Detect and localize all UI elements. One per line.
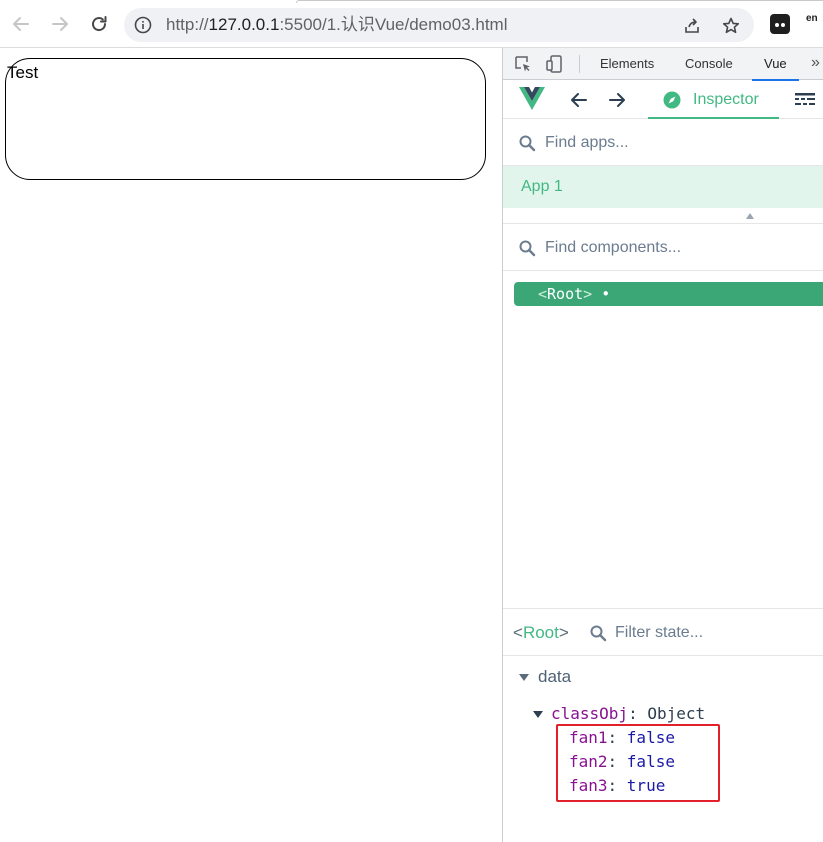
find-components-input[interactable]: Find components... [545,238,681,258]
state-object-key: classObj [551,704,629,723]
url-host: 127.0.0.1 [208,15,280,34]
arrow-right-icon [52,17,68,31]
bookmark-star-icon[interactable] [721,16,741,36]
reload-button[interactable] [85,10,113,38]
arrow-left-icon [13,17,29,31]
pane-splitter[interactable] [503,208,823,224]
tab-strip-edge [296,0,823,3]
search-icon [590,625,607,642]
selected-component-name: <Root> [513,623,569,643]
more-tabs-button[interactable]: » [811,48,820,78]
filter-state-input[interactable]: Filter state... [615,623,703,643]
state-section-label: data [538,667,572,686]
colon: : [628,704,648,723]
devtools-separator [579,55,580,73]
test-box-text: Test [7,63,39,82]
reload-icon [92,16,107,32]
selected-close-bracket: > [558,623,569,642]
translate-extension-label: en [806,13,818,24]
timeline-settings-icon[interactable] [795,93,815,107]
translate-extension-icon[interactable]: en [806,14,818,24]
inspect-element-icon[interactable] [513,54,533,74]
app-name: App 1 [521,178,563,195]
app-list-item[interactable]: App 1 [503,166,823,208]
page-viewport: Test [0,48,502,842]
url-scheme: http:// [166,15,209,34]
forward-button[interactable] [46,10,74,38]
url-text[interactable]: http://127.0.0.1:5500/1.认识Vue/demo03.htm… [166,15,508,35]
root-open-bracket: < [538,285,548,303]
selected-component-label: Root [522,623,559,642]
device-toolbar-icon[interactable] [545,54,565,74]
inspector-tab[interactable]: Inspector [648,81,779,119]
state-inspector-header: <Root> Filter state... [503,608,823,656]
inspector-label: Inspector [693,91,759,108]
devtools-tab-bar: Elements Console Vue » [503,48,823,81]
find-apps-search[interactable]: Find apps... [503,120,823,166]
state-object-row[interactable]: classObj: Object [533,702,705,726]
collapse-triangle-icon[interactable] [746,213,754,219]
component-tree-root[interactable]: <Root> • [514,282,823,306]
annotation-highlight-box [556,724,720,802]
caret-down-icon[interactable] [519,674,529,682]
state-object-type: Object [647,704,706,723]
tab-console[interactable]: Console [685,48,733,80]
share-icon[interactable] [682,16,702,36]
extension-icon[interactable] [770,14,790,34]
caret-down-icon[interactable] [533,711,543,718]
root-component-name: Root [547,285,584,303]
compass-icon [663,91,681,109]
address-bar[interactable]: http://127.0.0.1:5500/1.认识Vue/demo03.htm… [124,8,754,42]
browser-toolbar: http://127.0.0.1:5500/1.认识Vue/demo03.htm… [0,0,823,48]
url-path: :5500/1.认识Vue/demo03.html [279,15,508,34]
history-back-icon[interactable] [569,90,589,110]
history-forward-icon[interactable] [607,90,627,110]
devtools-panel: Elements Console Vue » Inspector Find ap… [502,48,823,842]
search-icon [519,240,536,257]
back-button[interactable] [7,10,35,38]
find-apps-input[interactable]: Find apps... [545,133,629,153]
selected-open-bracket: < [513,623,523,642]
site-info-icon[interactable] [134,16,152,34]
find-components-search[interactable]: Find components... [503,225,823,271]
tab-vue[interactable]: Vue [752,48,799,81]
vue-logo-icon [519,87,545,110]
search-icon [519,135,536,152]
tab-elements[interactable]: Elements [600,48,654,80]
root-component-label: <Root> • [538,284,610,304]
root-close-bracket: > [583,285,593,303]
test-box: Test [5,58,486,180]
root-dot: • [601,285,611,303]
state-section-data[interactable]: data [519,667,571,687]
vue-devtools-header: Inspector [503,81,823,119]
